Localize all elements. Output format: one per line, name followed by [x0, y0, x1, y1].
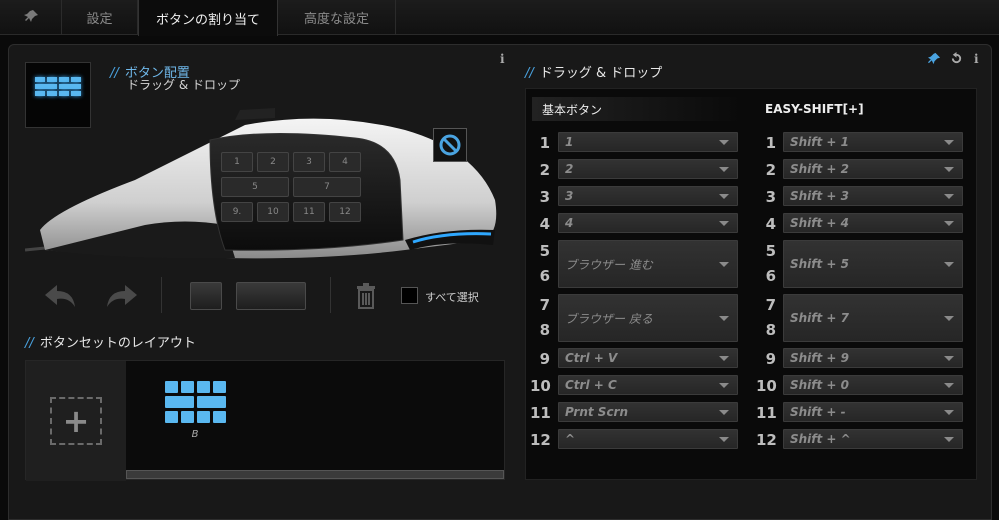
tab-settings[interactable]: 設定 [62, 0, 138, 35]
row-number: 8 [539, 321, 550, 339]
tab-advanced-settings[interactable]: 高度な設定 [278, 0, 396, 35]
shift-dropdown[interactable]: Shift + 5 [783, 240, 963, 288]
drag-drop-subtitle: ドラッグ & ドロップ [127, 78, 240, 92]
row-number: 4 [765, 215, 776, 233]
side-key-10[interactable]: 10 [257, 202, 289, 222]
row-number: 12 [756, 431, 777, 449]
row-number: 4 [539, 215, 550, 233]
side-button-grid: 1 2 3 4 5 7 9. 10 11 12 [221, 152, 361, 222]
edit-controls: すべて選択 [25, 275, 505, 317]
button-set-layout: + B [25, 360, 505, 481]
base-dropdown[interactable]: ブラウザー 進む [558, 240, 738, 288]
shift-dropdown[interactable]: Shift + 4 [783, 213, 963, 233]
shift-dropdown[interactable]: Shift + - [783, 402, 963, 422]
row-number: 9 [765, 350, 776, 368]
side-key-9[interactable]: 9. [221, 202, 253, 222]
base-dropdown[interactable]: 4 [558, 213, 738, 233]
side-key-7[interactable]: 7 [293, 177, 361, 197]
tab-button-assignment[interactable]: ボタンの割り当て [138, 0, 278, 36]
row-number: 11 [530, 404, 551, 422]
drag-drop-title-text: ドラッグ & ドロップ [539, 66, 663, 81]
pin-icon[interactable] [928, 52, 941, 68]
base-dropdown[interactable]: 3 [558, 186, 738, 206]
button-set-item[interactable]: B [162, 381, 228, 440]
shift-dropdown[interactable]: Shift + 9 [783, 348, 963, 368]
select-all-checkbox[interactable] [401, 287, 418, 304]
base-dropdown[interactable]: Ctrl + V [558, 348, 738, 368]
row-number: 3 [539, 188, 550, 206]
side-key-1[interactable]: 1 [221, 152, 253, 172]
row-number: 10 [756, 377, 777, 395]
row-number: 1 [539, 134, 550, 152]
trash-icon[interactable] [353, 279, 379, 313]
row-number: 12 [530, 431, 551, 449]
base-buttons-header: 基本ボタン [532, 97, 742, 121]
row-number: 7 [539, 296, 550, 314]
button-set-name: B [191, 429, 199, 440]
row-number: 1 [765, 134, 776, 152]
button-set-layout-title-text: ボタンセットのレイアウト [39, 336, 196, 351]
row-number: 8 [765, 321, 776, 339]
shift-dropdown[interactable]: Shift + 7 [783, 294, 963, 342]
base-dropdown[interactable]: ブラウザー 戻る [558, 294, 738, 342]
undo-icon[interactable] [41, 279, 81, 313]
info-icon[interactable]: i [500, 52, 505, 66]
row-number: 2 [765, 161, 776, 179]
add-button-set[interactable]: + [26, 361, 126, 481]
layout-scrollbar[interactable] [126, 470, 504, 479]
base-dropdown[interactable]: ^ [558, 429, 738, 449]
row-number: 6 [765, 267, 776, 285]
select-all-label: すべて選択 [425, 291, 479, 304]
button-set-layout-title: // ボタンセットのレイアウト [25, 336, 196, 351]
shift-dropdown[interactable]: Shift + 3 [783, 186, 963, 206]
side-key-5[interactable]: 5 [221, 177, 289, 197]
side-key-4[interactable]: 4 [329, 152, 361, 172]
shift-dropdown[interactable]: Shift + ^ [783, 429, 963, 449]
row-number: 5 [765, 242, 776, 260]
wide-key-button[interactable] [236, 282, 306, 310]
row-number: 3 [765, 188, 776, 206]
pin-icon [23, 9, 38, 27]
side-key-3[interactable]: 3 [293, 152, 325, 172]
row-number: 9 [539, 350, 550, 368]
small-key-button[interactable] [190, 282, 222, 310]
row-number: 11 [756, 404, 777, 422]
easy-shift-header: EASY-SHIFT[+] [765, 102, 864, 116]
redo-icon[interactable] [101, 279, 141, 313]
side-key-2[interactable]: 2 [257, 152, 289, 172]
row-number: 6 [539, 267, 550, 285]
row-number: 10 [530, 377, 551, 395]
reset-icon[interactable] [950, 52, 963, 68]
base-dropdown[interactable]: 1 [558, 132, 738, 152]
drag-drop-title: // ドラッグ & ドロップ [525, 66, 663, 81]
row-number: 2 [539, 161, 550, 179]
info-icon[interactable]: i [974, 52, 979, 66]
shift-dropdown[interactable]: Shift + 2 [783, 159, 963, 179]
side-key-12[interactable]: 12 [329, 202, 361, 222]
no-entry-icon[interactable] [433, 128, 467, 162]
pin-tab[interactable] [0, 0, 62, 35]
base-dropdown[interactable]: Ctrl + C [558, 375, 738, 395]
base-dropdown[interactable]: 2 [558, 159, 738, 179]
shift-dropdown[interactable]: Shift + 1 [783, 132, 963, 152]
mouse-illustration: 1 2 3 4 5 7 9. 10 11 12 [24, 100, 505, 270]
row-number: 7 [765, 296, 776, 314]
side-key-11[interactable]: 11 [293, 202, 325, 222]
assignment-table: 基本ボタン EASY-SHIFT[+] 1 1 1 Shift + 1 2 2 … [525, 88, 977, 480]
base-dropdown[interactable]: Prnt Scrn [558, 402, 738, 422]
row-number: 5 [539, 242, 550, 260]
plus-icon: + [50, 397, 102, 445]
tab-bar: 設定 ボタンの割り当て 高度な設定 [0, 0, 999, 36]
shift-dropdown[interactable]: Shift + 0 [783, 375, 963, 395]
